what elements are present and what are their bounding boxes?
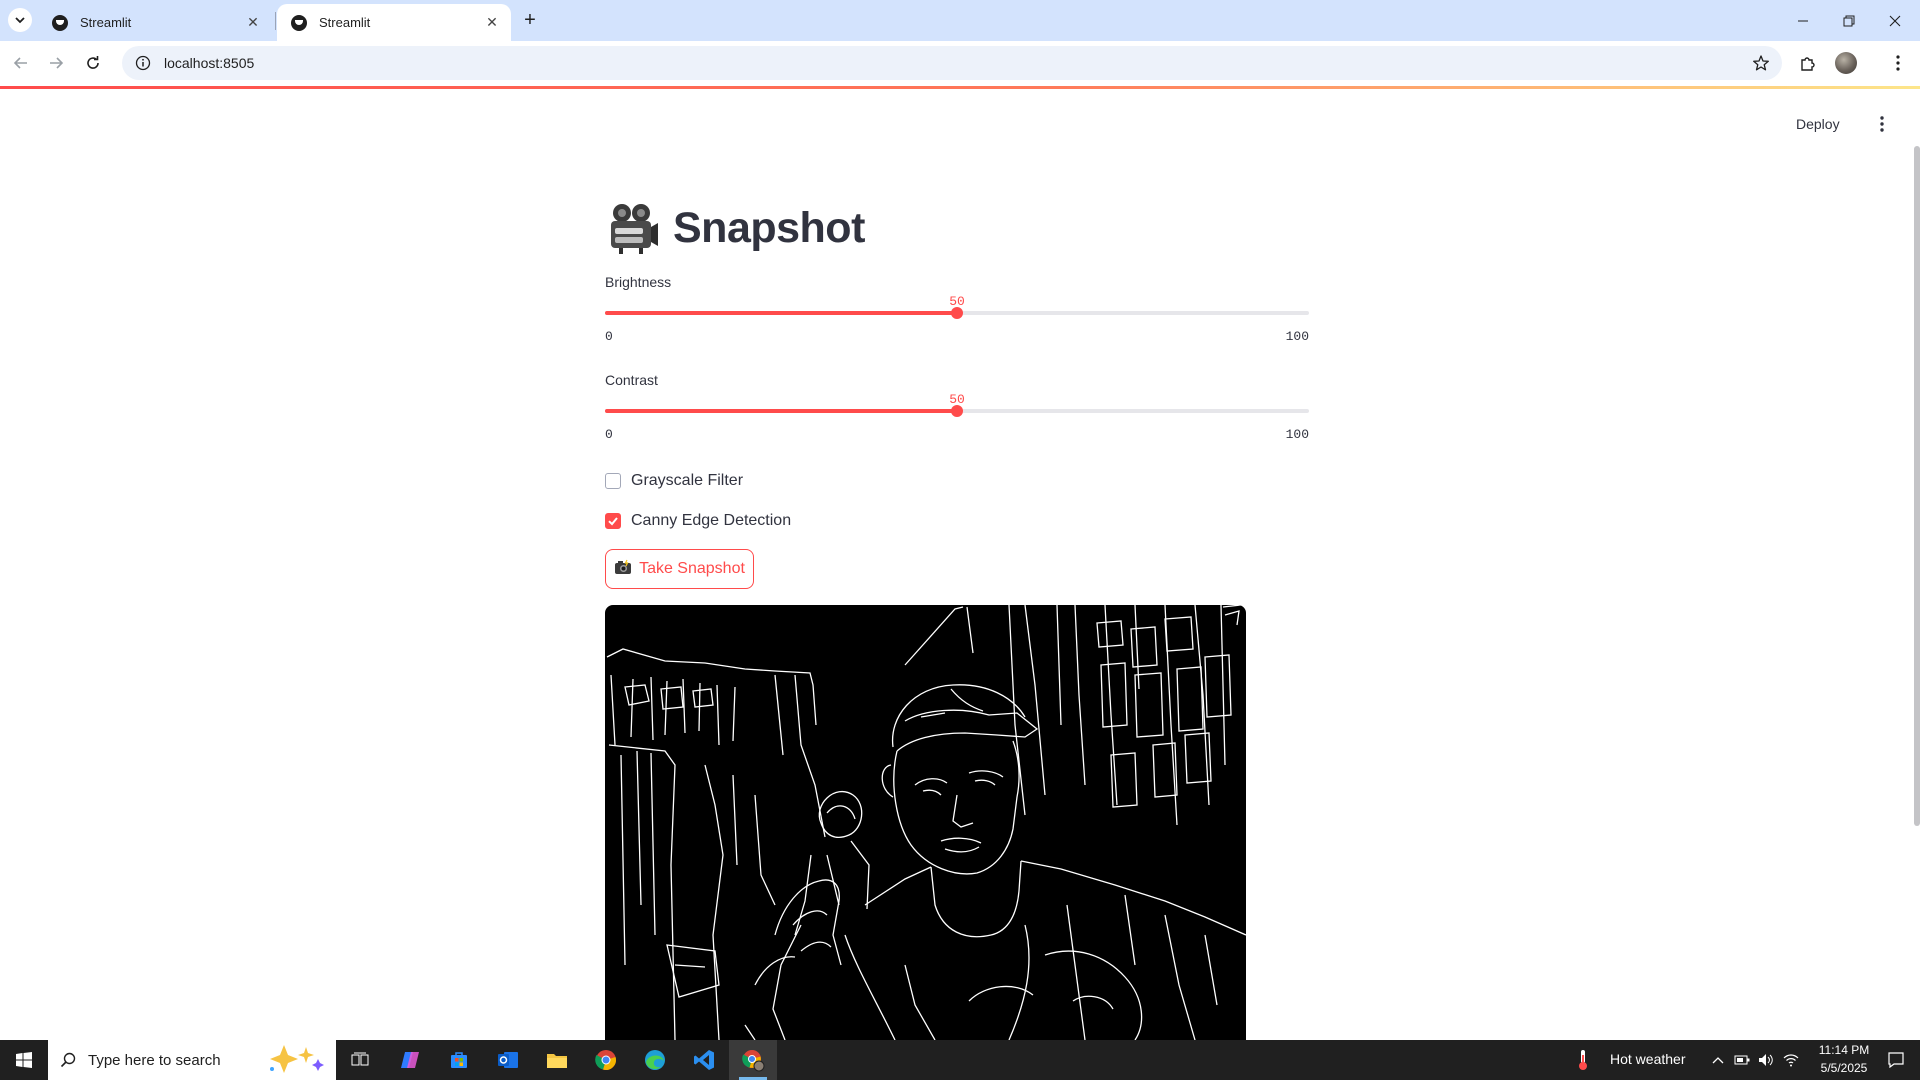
reload-icon[interactable] (78, 48, 108, 78)
copilot-icon[interactable] (386, 1040, 434, 1080)
button-label: Take Snapshot (639, 560, 745, 577)
tab-title: Streamlit (319, 15, 371, 30)
close-window-icon[interactable] (1872, 0, 1918, 41)
chrome-icon[interactable] (582, 1040, 630, 1080)
browser-tab-active[interactable]: Streamlit ✕ (277, 4, 511, 41)
weather-thermometer-icon[interactable] (1568, 1040, 1598, 1080)
close-tab-icon[interactable]: ✕ (244, 14, 262, 32)
windows-start-icon[interactable] (0, 1040, 48, 1080)
site-info-icon[interactable] (126, 46, 160, 80)
title-row: Snapshot (605, 195, 865, 261)
search-icon (48, 1052, 88, 1068)
page-scrollbar-thumb[interactable] (1914, 146, 1920, 826)
slider-thumb[interactable] (951, 405, 963, 417)
clock-time[interactable]: 11:14 PM (1811, 1043, 1877, 1057)
browser-tab[interactable]: Streamlit ✕ (38, 4, 272, 41)
deploy-button[interactable]: Deploy (1796, 113, 1840, 135)
slider-fill (605, 409, 957, 413)
slider-min-label: 0 (605, 329, 613, 344)
close-tab-icon[interactable]: ✕ (483, 14, 501, 32)
app-decoration-bar (0, 86, 1920, 89)
profile-avatar[interactable] (1831, 48, 1861, 78)
weather-text[interactable]: Hot weather (1610, 1051, 1685, 1067)
forward-arrow-icon[interactable] (41, 48, 71, 78)
windows-taskbar: Type here to search Hot weather 11:14 PM… (0, 1040, 1920, 1080)
task-view-icon[interactable] (336, 1040, 384, 1080)
outlook-icon[interactable] (484, 1040, 532, 1080)
canny-checkbox-row[interactable]: Canny Edge Detection (605, 509, 791, 533)
grayscale-checkbox[interactable] (605, 473, 621, 489)
streamlit-favicon-icon (52, 14, 68, 31)
file-explorer-icon[interactable] (533, 1040, 581, 1080)
camera-with-flash-icon (614, 559, 632, 580)
restore-icon[interactable] (1826, 0, 1872, 41)
slider-min-label: 0 (605, 427, 613, 442)
search-placeholder: Type here to search (88, 1051, 221, 1069)
notifications-icon[interactable] (1872, 1040, 1920, 1080)
show-hidden-icons-chevron-icon[interactable] (1706, 1040, 1730, 1080)
tab-title: Streamlit (80, 15, 132, 30)
tab-search-button[interactable] (8, 8, 32, 32)
taskbar-search-box[interactable]: Type here to search (48, 1040, 336, 1080)
streamlit-favicon-icon (291, 14, 307, 31)
extensions-puzzle-icon[interactable] (1793, 48, 1823, 78)
camera-feed-edge-image (605, 605, 1246, 1040)
minimize-icon[interactable] (1780, 0, 1826, 41)
checkbox-label: Grayscale Filter (631, 472, 744, 489)
slider-label: Brightness (605, 274, 672, 290)
browser-toolbar: localhost:8505 (0, 41, 1920, 86)
battery-icon[interactable] (1730, 1040, 1754, 1080)
microsoft-store-icon[interactable] (435, 1040, 483, 1080)
slider-label: Contrast (605, 372, 658, 388)
slider-thumb[interactable] (951, 307, 963, 319)
chevron-down-icon (15, 17, 25, 24)
url-text[interactable]: localhost:8505 (164, 55, 1744, 71)
new-tab-icon[interactable]: + (518, 8, 542, 32)
vscode-icon[interactable] (680, 1040, 728, 1080)
bookmark-star-icon[interactable] (1744, 46, 1778, 80)
volume-icon[interactable] (1754, 1040, 1778, 1080)
search-highlight-sparkles-icon (266, 1043, 328, 1078)
slider-fill (605, 311, 957, 315)
grayscale-checkbox-row[interactable]: Grayscale Filter (605, 469, 743, 493)
canny-checkbox[interactable] (605, 513, 621, 529)
tab-divider (275, 12, 276, 30)
checkbox-label: Canny Edge Detection (631, 512, 792, 529)
clock-date[interactable]: 5/5/2025 (1811, 1061, 1877, 1075)
main-menu-kebab-icon[interactable] (1870, 112, 1894, 136)
wifi-icon[interactable] (1778, 1040, 1804, 1080)
browser-tab-strip: Streamlit ✕ Streamlit ✕ + (0, 0, 1920, 41)
checkmark-icon (608, 517, 618, 526)
page-title: Snapshot (673, 203, 865, 252)
chrome-profile-taskbar-icon[interactable] (729, 1040, 777, 1080)
brightness-slider[interactable]: Brightness 50 0 100 (605, 274, 1309, 350)
browser-menu-kebab-icon[interactable] (1883, 48, 1913, 78)
contrast-slider[interactable]: Contrast 50 0 100 (605, 372, 1309, 448)
edge-icon[interactable] (631, 1040, 679, 1080)
take-snapshot-button[interactable]: Take Snapshot (605, 549, 754, 589)
address-bar[interactable]: localhost:8505 (122, 46, 1782, 80)
slider-max-label: 100 (1285, 329, 1309, 344)
slider-max-label: 100 (1285, 427, 1309, 442)
back-arrow-icon[interactable] (6, 48, 36, 78)
movie-camera-icon (605, 200, 661, 256)
